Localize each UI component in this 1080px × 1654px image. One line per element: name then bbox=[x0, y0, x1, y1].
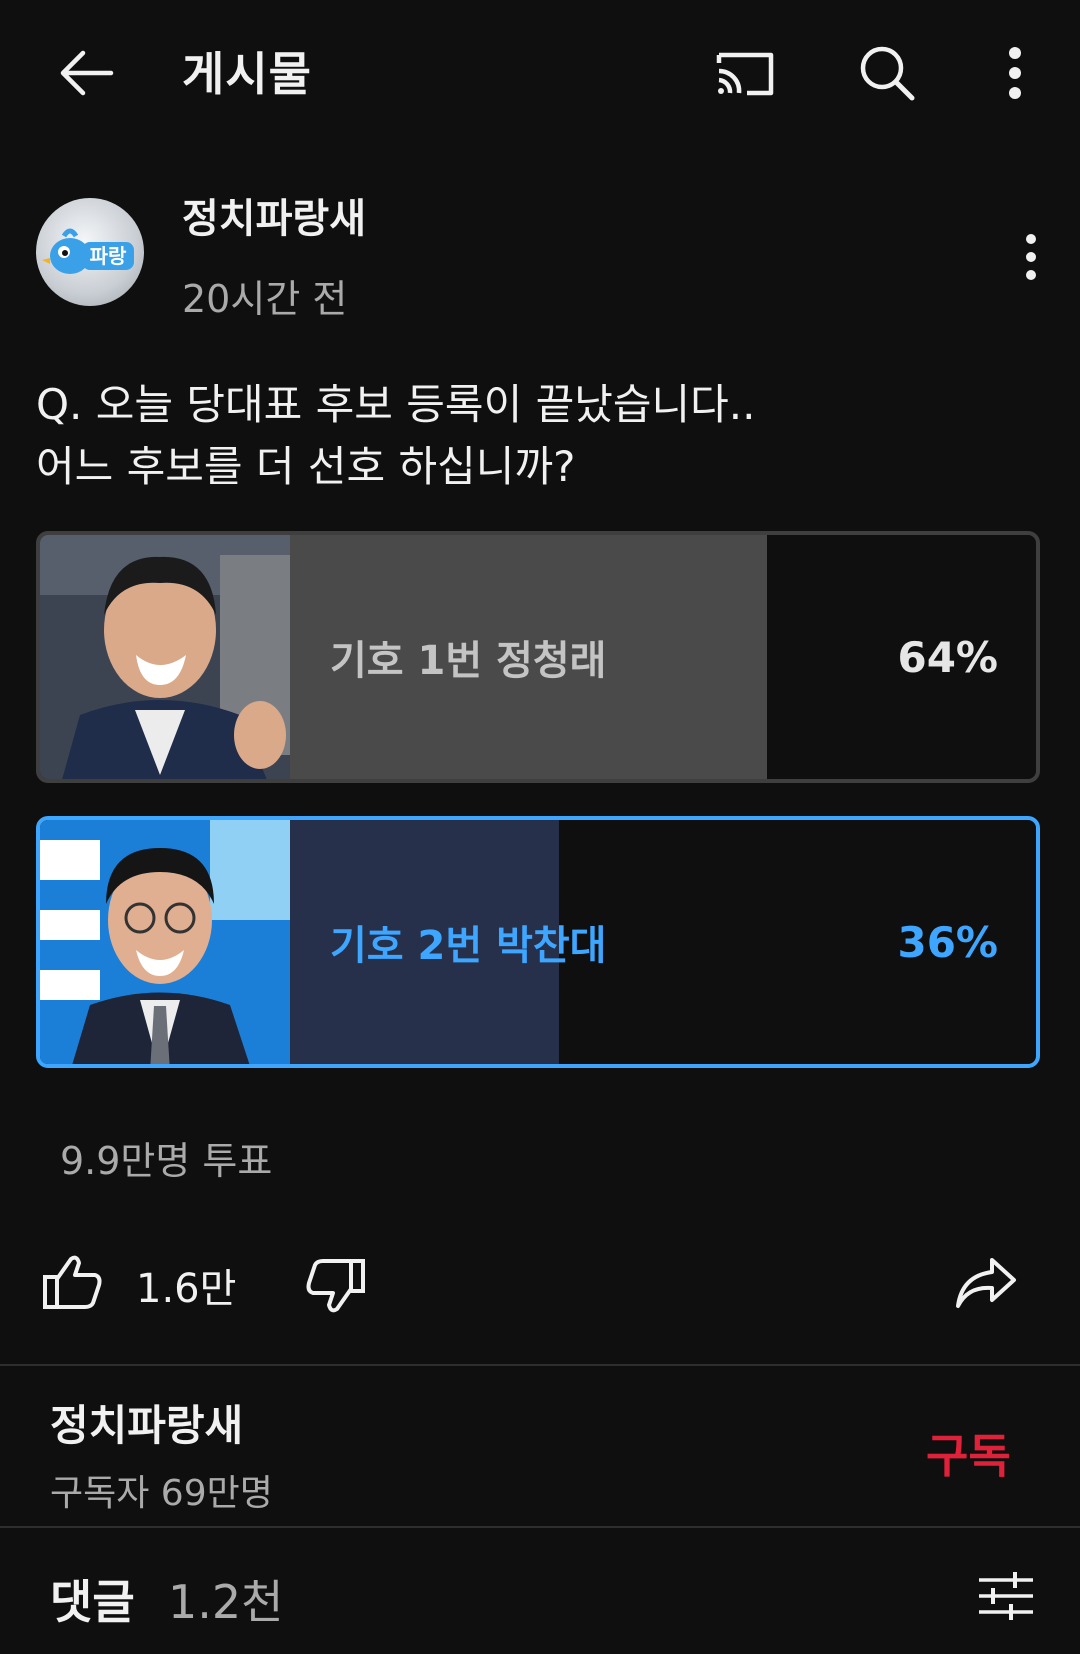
poll-option-1[interactable]: 기호 1번 정청래 64% bbox=[36, 531, 1040, 783]
channel-name[interactable]: 정치파랑새 bbox=[50, 1392, 243, 1453]
search-button[interactable] bbox=[842, 36, 932, 110]
share-button[interactable] bbox=[948, 1246, 1024, 1318]
poll-question: Q. 오늘 당대표 후보 등록이 끝났습니다.. 어느 후보를 더 선호 하십니… bbox=[36, 374, 1036, 498]
subscribe-button[interactable]: 구독 bbox=[926, 1420, 1011, 1486]
channel-avatar[interactable]: 파랑 bbox=[36, 198, 144, 306]
candidate-1-photo bbox=[40, 535, 290, 779]
share-icon bbox=[956, 1258, 1016, 1308]
comments-count: 1.2천 bbox=[168, 1575, 284, 1629]
comments-label[interactable]: 댓글 bbox=[50, 1566, 135, 1632]
more-options-button[interactable] bbox=[975, 36, 1055, 110]
post-timestamp: 20시간 전 bbox=[182, 277, 348, 321]
subscriber-count: 구독자 69만명 bbox=[50, 1473, 273, 1514]
sort-sliders-icon bbox=[979, 1572, 1033, 1620]
poll-option-1-label: 기호 1번 정청래 bbox=[330, 638, 607, 684]
dislike-button[interactable] bbox=[300, 1250, 372, 1322]
post-channel-name[interactable]: 정치파랑새 bbox=[182, 186, 366, 244]
more-vert-icon bbox=[1009, 47, 1021, 99]
poll-vote-count: 9.9만명 투표 bbox=[60, 1139, 273, 1183]
page-title: 게시물 bbox=[182, 47, 312, 101]
cast-icon bbox=[716, 52, 774, 96]
bluebird-logo-icon: 파랑 bbox=[42, 228, 134, 274]
avatar-logo-text: 파랑 bbox=[90, 244, 127, 268]
poll-option-2-label: 기호 2번 박찬대 bbox=[330, 923, 607, 969]
section-divider bbox=[0, 1526, 1080, 1528]
comments-sort-button[interactable] bbox=[970, 1560, 1042, 1632]
section-divider bbox=[0, 1364, 1080, 1366]
poll-option-2-percent: 36% bbox=[897, 917, 998, 967]
more-vert-icon bbox=[1026, 234, 1036, 280]
poll-question-line-1: Q. 오늘 당대표 후보 등록이 끝났습니다.. bbox=[36, 380, 756, 429]
back-button[interactable] bbox=[40, 38, 130, 108]
search-icon bbox=[860, 46, 915, 101]
top-app-bar: 게시물 bbox=[0, 0, 1080, 150]
post-menu-button[interactable] bbox=[1006, 222, 1056, 292]
back-arrow-icon bbox=[60, 50, 114, 96]
thumbs-up-icon bbox=[43, 1255, 102, 1309]
poll-option-1-percent: 64% bbox=[897, 632, 998, 682]
poll-option-2[interactable]: 기호 2번 박찬대 36% bbox=[36, 816, 1040, 1068]
thumbs-down-icon bbox=[306, 1259, 365, 1313]
poll-question-line-2: 어느 후보를 더 선호 하십니까? bbox=[36, 442, 576, 491]
like-button[interactable] bbox=[36, 1246, 108, 1318]
like-count: 1.6만 bbox=[136, 1266, 237, 1312]
candidate-2-photo bbox=[40, 820, 290, 1064]
cast-button[interactable] bbox=[700, 38, 790, 108]
